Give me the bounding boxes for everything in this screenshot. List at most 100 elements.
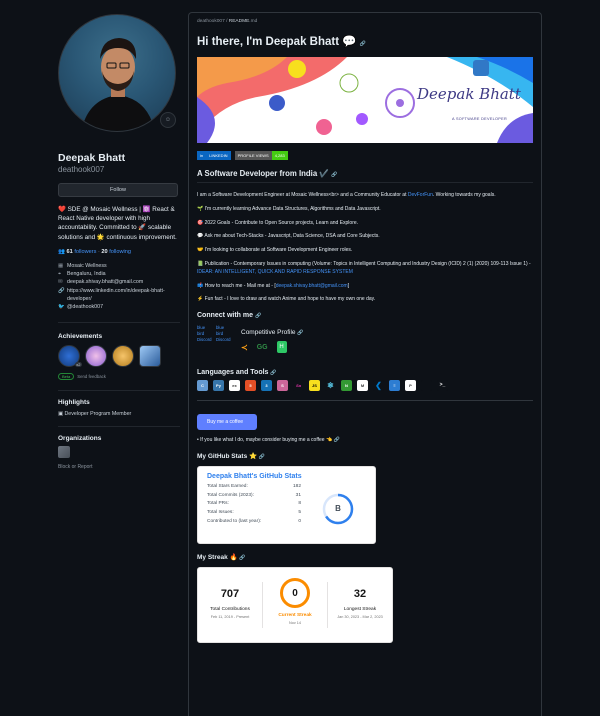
c-icon[interactable]: C — [197, 380, 208, 392]
profile-views-badge: PROFILE VIEWS 4,283 — [234, 151, 288, 160]
longest-streak: 32 Longest Streak Jan 30, 2023 - Mar 2, … — [328, 568, 392, 642]
profile-login: deathook007 — [58, 165, 105, 174]
follow-button[interactable]: Follow — [58, 183, 178, 197]
stat-row: Total Issues: 5 — [207, 509, 301, 515]
follow-stats: 👥 61 followers · 20 following — [58, 248, 131, 255]
total-value: 707 — [220, 588, 240, 601]
nodejs-icon[interactable]: N — [341, 380, 352, 392]
terminal-icon[interactable]: >_ — [437, 380, 448, 392]
html5-icon[interactable]: 5 — [245, 380, 256, 392]
status-emoji-icon[interactable]: ☺ — [160, 112, 176, 128]
connect-title: Connect with me 🔗 — [197, 312, 262, 320]
anchor-link-icon[interactable]: 🔗 — [334, 437, 340, 443]
followers-link[interactable]: 61 followers — [67, 249, 97, 255]
geeksforgeeks-icon[interactable]: GG — [257, 344, 268, 351]
organization-avatar[interactable] — [58, 445, 70, 458]
achievements-title: Achievements — [58, 332, 103, 340]
connect-row: blue bird Discord blue bird Discord Comp… — [197, 325, 533, 367]
github-stats-card: Deepak Bhatt's GitHub Stats Total Stars … — [197, 466, 376, 545]
divider — [197, 182, 533, 183]
divider — [58, 425, 180, 427]
organization-icon: ▦ — [58, 262, 64, 269]
quickdraw-badge-icon[interactable] — [112, 344, 134, 367]
highlights-title: Highlights — [58, 398, 90, 406]
paragraph-ask: 💬 Ask me about Tech-Stacks - Javascript,… — [197, 233, 380, 240]
longest-value: 32 — [353, 588, 367, 601]
javascript-icon[interactable]: JS — [309, 380, 320, 392]
paragraph-reach: 📫 How to reach me - Mail me at - [deepak… — [197, 282, 350, 289]
total-label: Total Contributions — [210, 607, 250, 613]
breadcrumb-file: README — [228, 19, 250, 24]
anchor-link-icon[interactable]: 🔗 — [360, 41, 366, 47]
leetcode-icon[interactable]: ≺ — [241, 343, 248, 352]
python-icon[interactable]: Py — [213, 380, 224, 392]
people-icon: 👥 — [58, 248, 65, 255]
languages-title: Languages and Tools 🔗 — [197, 369, 277, 377]
paragraph-funfact: ⚡ Fun fact - I love to draw and watch An… — [197, 296, 376, 303]
stat-row: Total Stars Earned: 182 — [207, 484, 301, 490]
sass-logo-icon[interactable]: Sa — [293, 380, 304, 392]
office-icon[interactable]: ≡ — [389, 380, 400, 392]
mail-link[interactable]: deepak.shivay.bhatt@gmail.com — [276, 283, 348, 289]
stat-row: Contributed to (last year): 0 — [207, 518, 301, 524]
avatar[interactable] — [58, 14, 176, 132]
detail-email[interactable]: ✉ deepak.shivay.bhatt@gmail.com — [58, 278, 178, 286]
hackerrank-icon[interactable]: H — [276, 341, 287, 354]
twitter-icon: 🐦 — [58, 304, 65, 311]
css3-icon[interactable]: 3 — [261, 380, 272, 392]
highlight-item: ▣ Developer Program Member — [58, 410, 132, 417]
profile-details: ▦ Mosaic Wellness ⌖ Bengaluru, India ✉ deep… — [58, 262, 178, 312]
breadcrumb: deathook007 / README.md — [197, 19, 258, 24]
link-icon: 🔗 — [58, 287, 65, 294]
detail-website[interactable]: 🔗 https://www.linkedin.com/in/deepak-bhat… — [58, 287, 178, 304]
devforfun-link[interactable]: DevForFun — [408, 192, 433, 198]
send-feedback-link[interactable]: Send feedback — [77, 374, 106, 379]
postman-icon[interactable]: P — [405, 380, 416, 392]
readme-banner: Deepak Bhatt A SOFTWARE DEVELOPER — [197, 57, 533, 143]
broken-image-link[interactable]: blue bird Discord — [216, 325, 231, 343]
breadcrumb-user[interactable]: deathook007 — [197, 19, 225, 24]
anchor-link-icon[interactable]: 🔗 — [270, 370, 276, 376]
anchor-link-icon[interactable]: 🔗 — [255, 313, 261, 319]
badge-count: x2 — [74, 361, 82, 367]
sass-icon[interactable]: S — [277, 380, 288, 392]
yolo-badge-icon[interactable] — [85, 344, 107, 367]
buy-me-a-coffee-button[interactable]: Buy me a coffee — [197, 414, 257, 431]
stat-row: Total Commits (2023): 31 — [207, 492, 301, 498]
longest-label: Longest Streak — [343, 607, 377, 613]
competitive-title: Competitive Profile 🔗 — [241, 329, 304, 337]
competitive-icons: ≺ GG H — [241, 341, 304, 354]
pull-shark-badge-icon[interactable]: x2 — [58, 344, 82, 367]
arctic-code-vault-badge-icon[interactable] — [139, 344, 161, 367]
mongodb-icon[interactable]: M — [357, 380, 368, 392]
beta-row: Beta Send feedback — [58, 372, 178, 380]
profile-name: Deepak Bhatt — [58, 152, 126, 164]
react-icon[interactable]: ⚛ — [325, 380, 336, 392]
anchor-link-icon[interactable]: 🔗 — [259, 454, 265, 460]
achievement-badges: x2 — [58, 344, 178, 367]
readme-shields: in LINKEDIN PROFILE VIEWS 4,283 — [197, 151, 533, 160]
anchor-link-icon[interactable]: 🔗 — [239, 555, 245, 561]
express-icon[interactable]: ex — [229, 380, 240, 392]
block-report-link[interactable]: Block or Report — [58, 464, 178, 470]
location-icon: ⌖ — [58, 271, 61, 278]
detail-twitter[interactable]: 🐦 @deathook007 — [58, 303, 178, 311]
paragraph-intro: I am a Software Development Engineer at … — [197, 192, 496, 198]
divider — [58, 321, 180, 323]
streak-title: My Streak 🔥 🔗 — [197, 554, 246, 562]
following-link[interactable]: 20 following — [101, 249, 131, 255]
publication-link[interactable]: IDEAR: AN INTELLIGENT, QUICK AND RAPID R… — [197, 269, 353, 275]
divider — [58, 389, 180, 391]
total-range: Feb 11, 2019 - Present — [210, 615, 250, 620]
linkedin-badge[interactable]: in LINKEDIN — [197, 151, 231, 160]
paragraph-publication: 📗 Publication - Contemporary Issues in c… — [197, 260, 531, 275]
broken-image-link[interactable]: blue bird Discord — [197, 325, 212, 343]
avatar-portrait-icon — [81, 38, 155, 131]
vscode-icon[interactable]: ❮ — [373, 380, 384, 392]
coffee-note: • If you like what I do, maybe consider … — [197, 437, 340, 444]
paragraph-collaborate: 🤝 I'm looking to collaborate at Software… — [197, 247, 353, 254]
tools-row: C Py ex 5 3 S Sa JS ⚛ N M ❮ ≡ P >_ — [197, 380, 533, 392]
anchor-link-icon[interactable]: 🔗 — [297, 330, 303, 336]
banner-name: Deepak Bhatt — [417, 85, 521, 103]
anchor-link-icon[interactable]: 🔗 — [331, 172, 337, 178]
